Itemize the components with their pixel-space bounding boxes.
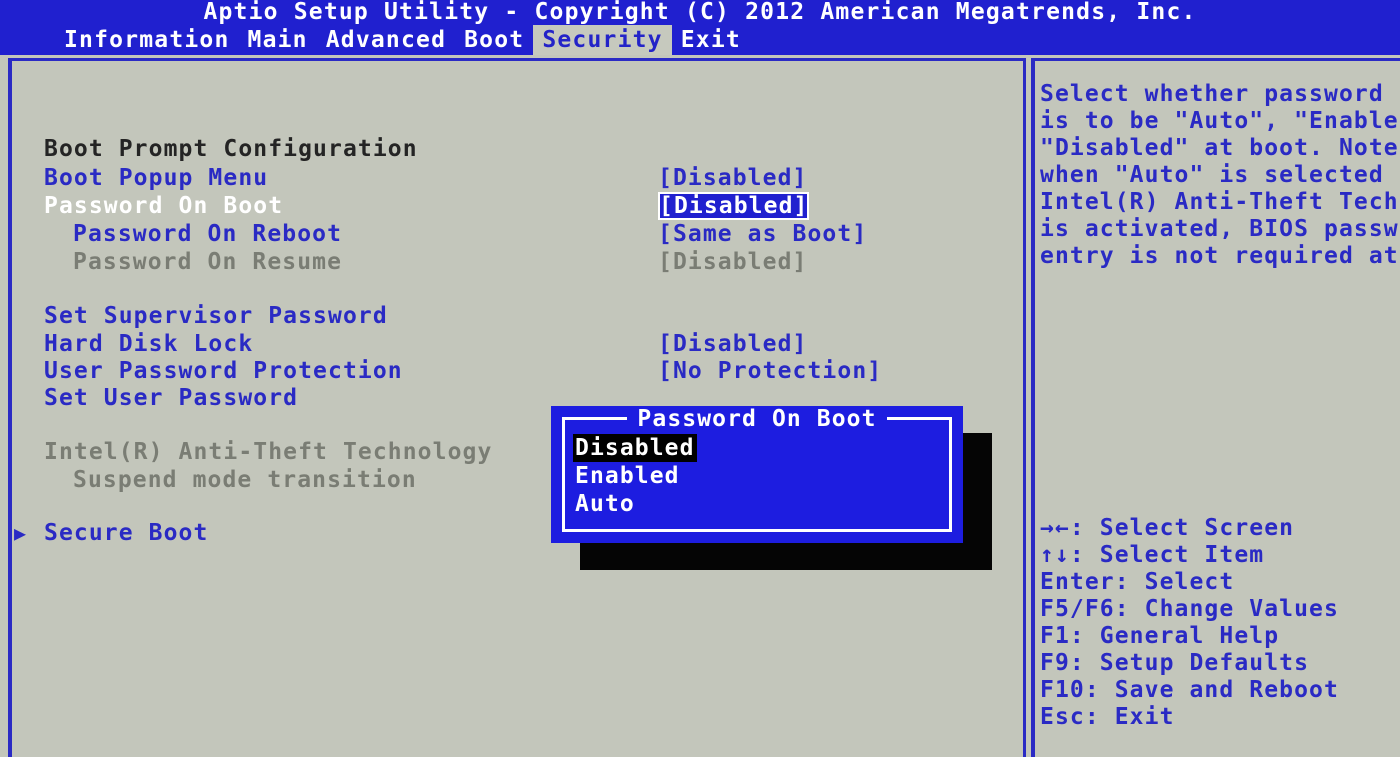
help-text-line: is to be "Auto", "Enable <box>1040 108 1399 134</box>
content-area: Boot Prompt Configuration Boot Popup Menu… <box>0 55 1400 757</box>
setting-row[interactable]: Password On Reboot [Same as Boot] <box>0 220 1026 248</box>
setting-row[interactable]: Set Supervisor Password <box>0 302 1026 330</box>
setting-label: Suspend mode transition <box>73 467 417 493</box>
setting-label: Hard Disk Lock <box>44 331 254 357</box>
key-legend-line: ↑↓: Select Item <box>1040 542 1265 568</box>
dialog-option-list: Disabled Enabled Auto <box>573 434 943 518</box>
key-legend-line: →←: Select Screen <box>1040 515 1295 541</box>
setting-label: Boot Prompt Configuration <box>44 136 418 162</box>
setting-label: Set User Password <box>44 385 299 411</box>
dialog-title-text: Password On Boot <box>627 406 887 432</box>
dialog-option[interactable]: Enabled <box>573 462 682 490</box>
setting-label: Set Supervisor Password <box>44 303 388 329</box>
setting-label: Password On Boot <box>44 193 284 219</box>
help-text-line: entry is not required at <box>1040 243 1399 269</box>
tab-boot[interactable]: Boot <box>455 25 533 55</box>
setting-label: Password On Reboot <box>73 221 343 247</box>
bios-setup-screen: Aptio Setup Utility - Copyright (C) 2012… <box>0 0 1400 757</box>
help-text-line: when "Auto" is selected <box>1040 162 1384 188</box>
setting-row[interactable]: Boot Popup Menu [Disabled] <box>0 164 1026 192</box>
help-text-line: "Disabled" at boot. Note <box>1040 135 1399 161</box>
tab-advanced[interactable]: Advanced <box>317 25 455 55</box>
tab-bar: Information Main Advanced Boot Security Exit <box>0 25 1400 55</box>
setting-label: Secure Boot <box>44 520 209 546</box>
dialog-title: Password On Boot <box>551 404 963 434</box>
tab-security[interactable]: Security <box>533 25 672 55</box>
setting-value[interactable]: [Disabled] <box>658 330 807 358</box>
key-legend-panel: →←: Select Screen ↑↓: Select Item Enter: S… <box>1040 515 1400 731</box>
setting-value[interactable]: [Disabled] <box>658 248 807 276</box>
setting-label: Boot Popup Menu <box>44 165 269 191</box>
tab-main[interactable]: Main <box>239 25 317 55</box>
submenu-arrow-icon: ▶ <box>14 521 28 545</box>
setting-label: User Password Protection <box>44 358 403 384</box>
key-legend-line: F9: Setup Defaults <box>1040 650 1310 676</box>
key-legend-line: F10: Save and Reboot <box>1040 677 1339 703</box>
setting-row[interactable]: Password On Resume [Disabled] <box>0 248 1026 276</box>
setting-row[interactable]: User Password Protection [No Protection] <box>0 357 1026 385</box>
help-text-line: Intel(R) Anti-Theft Tech <box>1040 189 1399 215</box>
dialog-option[interactable]: Auto <box>573 490 637 518</box>
help-text-panel: Select whether password is to be "Auto", … <box>1040 81 1400 270</box>
setting-row[interactable]: Hard Disk Lock [Disabled] <box>0 330 1026 358</box>
setting-row: Boot Prompt Configuration <box>0 135 1026 163</box>
key-legend-line: Enter: Select <box>1040 569 1235 595</box>
setting-value[interactable]: [Same as Boot] <box>658 220 867 248</box>
setting-value[interactable]: [No Protection] <box>658 357 882 385</box>
page-title: Aptio Setup Utility - Copyright (C) 2012… <box>0 0 1400 25</box>
setting-label: Intel(R) Anti-Theft Technology <box>44 439 493 465</box>
setting-value[interactable]: [Disabled] <box>658 164 807 192</box>
help-text-line: Select whether password <box>1040 81 1384 107</box>
dialog-option[interactable]: Disabled <box>573 434 697 462</box>
key-legend-line: F1: General Help <box>1040 623 1280 649</box>
password-on-boot-dialog[interactable]: Password On Boot Disabled Enabled Auto <box>551 406 963 543</box>
key-legend-line: Esc: Exit <box>1040 704 1175 730</box>
setting-value[interactable]: [Disabled] <box>658 192 810 220</box>
key-legend-line: F5/F6: Change Values <box>1040 596 1339 622</box>
setting-row[interactable]: Password On Boot [Disabled] <box>0 192 1026 220</box>
tab-information[interactable]: Information <box>55 25 239 55</box>
setting-label: Password On Resume <box>73 249 343 275</box>
help-text-line: is activated, BIOS passw <box>1040 216 1399 242</box>
tab-exit[interactable]: Exit <box>672 25 750 55</box>
